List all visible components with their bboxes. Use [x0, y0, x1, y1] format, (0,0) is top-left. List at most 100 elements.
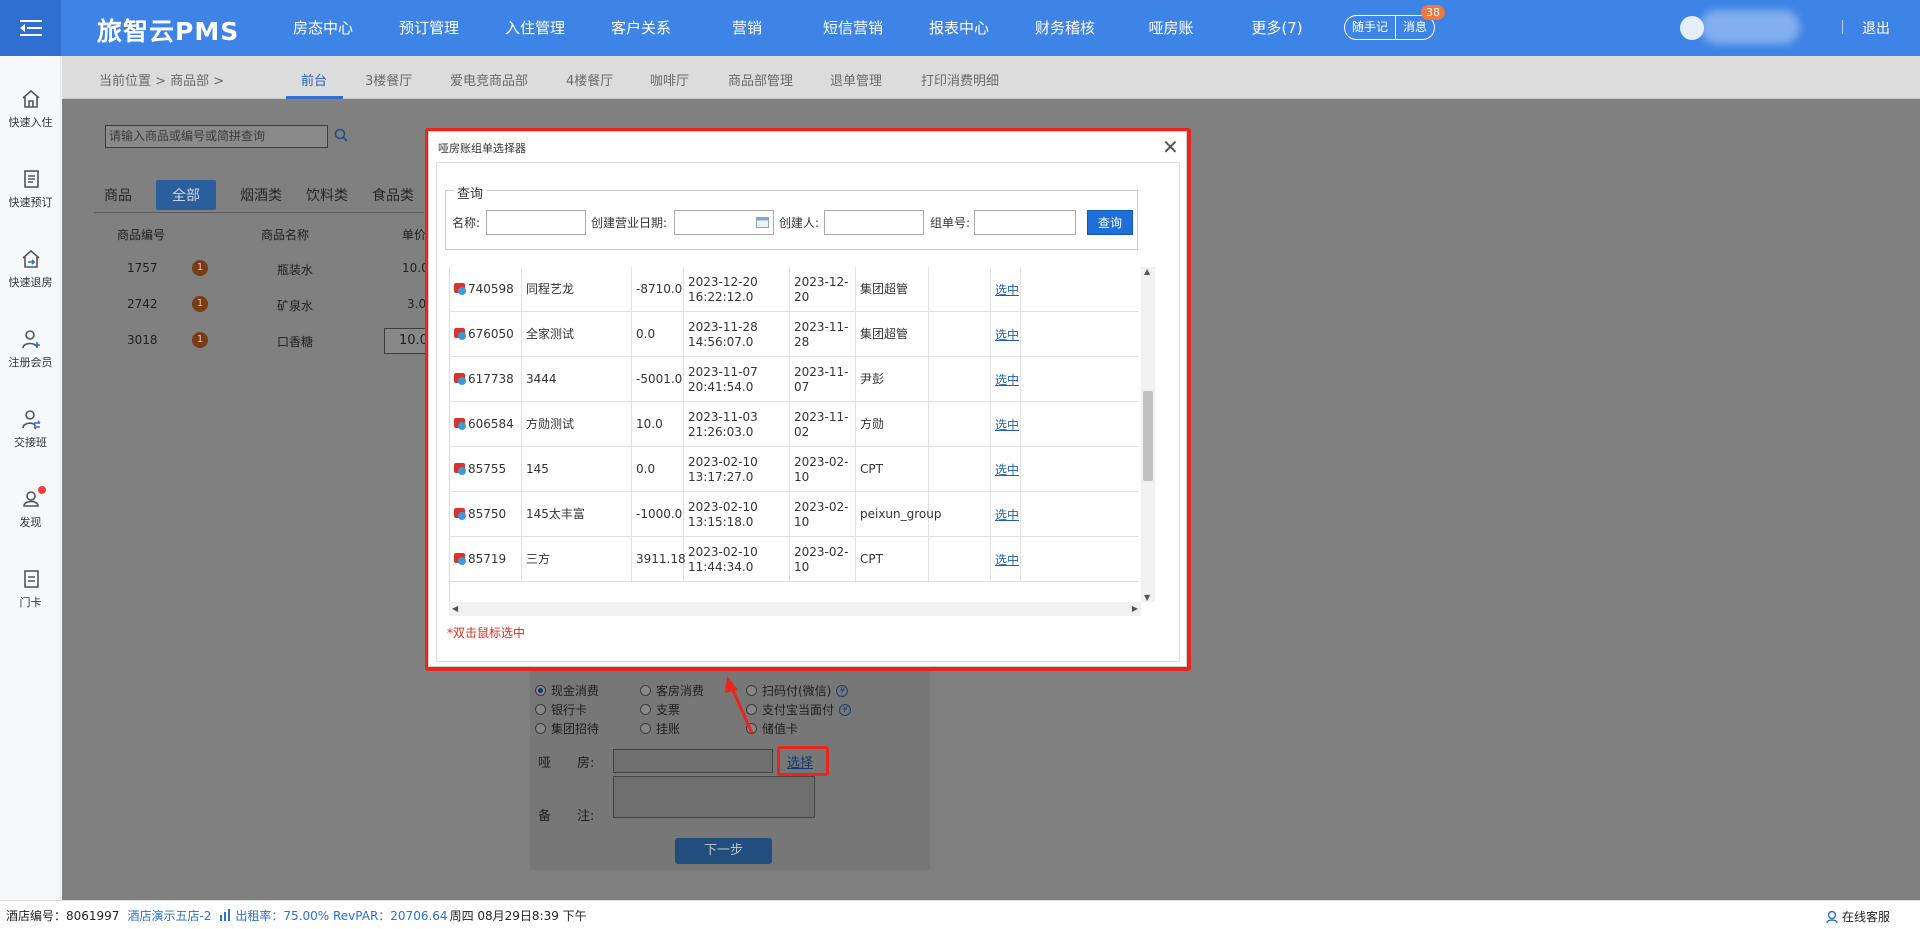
- table-row[interactable]: 676050 全家测试 0.0 2023-11-28 14:56:07.0 20…: [450, 312, 1139, 357]
- name-input[interactable]: [486, 210, 586, 235]
- category-tabs: 商品 全部 烟酒类 饮料类 食品类: [104, 180, 438, 210]
- scroll-down-icon[interactable]: ▼: [1144, 593, 1150, 602]
- date-input[interactable]: [674, 210, 774, 235]
- radio-wechat-pay[interactable]: 扫码付(微信) ¥: [746, 682, 849, 699]
- radio-group-hospitality[interactable]: 集团招待: [535, 720, 599, 737]
- product-name[interactable]: 矿泉水: [277, 297, 313, 314]
- product-name[interactable]: 瓶装水: [277, 261, 313, 278]
- product-name[interactable]: 口香糖: [277, 333, 313, 350]
- dummy-room-input[interactable]: [613, 749, 773, 773]
- table-row[interactable]: 606584 方勋测试 10.0 2023-11-03 21:26:03.0 2…: [450, 402, 1139, 447]
- nav-item-room-status[interactable]: 房态中心: [270, 0, 376, 56]
- nav-item-customer[interactable]: 客户关系: [588, 0, 694, 56]
- sidebar-item-discover[interactable]: 发现: [0, 486, 61, 530]
- product-search-input[interactable]: 请输入商品或编号或简拼查询: [105, 125, 328, 148]
- logout-button[interactable]: 退出: [1862, 18, 1890, 38]
- table-row[interactable]: 85750 145太丰富 -1000.0 2023-02-10 13:15:18…: [450, 492, 1139, 537]
- select-row-link[interactable]: 选中: [995, 507, 1019, 523]
- radio-cheque[interactable]: 支票: [640, 701, 680, 718]
- nav-item-finance[interactable]: 财务稽核: [1012, 0, 1118, 56]
- creator-input[interactable]: [824, 210, 924, 235]
- radio-icon: [535, 723, 546, 734]
- search-icon[interactable]: [334, 128, 348, 142]
- tab-refund-management[interactable]: 退单管理: [830, 70, 882, 89]
- calendar-icon[interactable]: [756, 217, 769, 228]
- top-navigation-bar: 旅智云PMS 房态中心 预订管理 入住管理 客户关系 营销 短信营销 报表中心 …: [0, 0, 1920, 56]
- online-service-button[interactable]: 在线客服: [1825, 908, 1890, 925]
- remark-textarea[interactable]: [613, 776, 815, 818]
- double-click-tip: *双击鼠标选中: [447, 626, 526, 640]
- notification-dot: [38, 486, 46, 494]
- query-button[interactable]: 查询: [1087, 210, 1133, 235]
- sidebar-item-quick-checkin[interactable]: 快速入住: [0, 88, 61, 130]
- checkout-icon: [21, 249, 40, 268]
- sidebar-item-room-card[interactable]: 门卡: [0, 568, 61, 610]
- hotel-name-link[interactable]: 酒店演示五店-2: [127, 907, 211, 924]
- nav-item-checkin[interactable]: 入住管理: [482, 0, 588, 56]
- category-tobacco-alcohol[interactable]: 烟酒类: [240, 185, 282, 205]
- brand-logo[interactable]: 旅智云PMS: [97, 12, 239, 48]
- scroll-left-icon[interactable]: ◀: [452, 604, 458, 613]
- radio-bank-card[interactable]: 银行卡: [535, 701, 587, 718]
- next-step-button[interactable]: 下一步: [675, 838, 772, 864]
- dialog-title: 哑房账组单选择器: [438, 142, 526, 155]
- count-badge: 1: [192, 260, 208, 276]
- scroll-up-icon[interactable]: ▲: [1144, 267, 1150, 276]
- creator-label: 创建人:: [779, 216, 820, 230]
- category-drinks[interactable]: 饮料类: [306, 185, 348, 205]
- name-label: 名称:: [452, 216, 481, 230]
- select-row-link[interactable]: 选中: [995, 417, 1019, 433]
- sidebar-item-register-member[interactable]: 注册会员: [0, 328, 61, 370]
- sidebar-item-quick-booking[interactable]: 快速预订: [0, 168, 61, 210]
- select-row-link[interactable]: 选中: [995, 552, 1019, 568]
- group-number-input[interactable]: [974, 210, 1076, 235]
- radio-room-charge[interactable]: 客房消费: [640, 682, 704, 699]
- table-row[interactable]: 85755 145 0.0 2023-02-10 13:17:27.0 2023…: [450, 447, 1139, 492]
- sidebar-item-quick-checkout[interactable]: 快速退房: [0, 248, 61, 290]
- vertical-scrollbar[interactable]: ▲ ▼: [1141, 267, 1155, 602]
- radio-icon: [640, 704, 651, 715]
- nav-item-reports[interactable]: 报表中心: [906, 0, 1012, 56]
- tab-cafe[interactable]: 咖啡厅: [650, 70, 689, 89]
- menu-toggle-icon[interactable]: [0, 0, 61, 56]
- select-row-link[interactable]: 选中: [995, 462, 1019, 478]
- online-service-label: 在线客服: [1841, 910, 1890, 924]
- status-bar: 酒店编号：8061997 酒店演示五店-2 出租率：75.00% RevPAR：…: [0, 900, 1920, 929]
- radio-on-account[interactable]: 挂账: [640, 720, 680, 737]
- nav-item-marketing[interactable]: 营销: [694, 0, 800, 56]
- radio-alipay[interactable]: 支付宝当面付 ¥: [746, 701, 852, 718]
- table-row[interactable]: 740598 同程艺龙 -8710.0 2023-12-20 16:22:12.…: [450, 267, 1139, 312]
- currency-icon: ¥: [836, 684, 849, 697]
- table-row[interactable]: 85719 三方 3911.18 2023-02-10 11:44:34.0 2…: [450, 537, 1139, 582]
- select-row-link[interactable]: 选中: [995, 327, 1019, 343]
- user-avatar[interactable]: [1680, 16, 1704, 40]
- tab-product-management[interactable]: 商品部管理: [728, 70, 793, 89]
- tab-4f-restaurant[interactable]: 4楼餐厅: [566, 70, 613, 89]
- tab-esports-shop[interactable]: 爱电竞商品部: [450, 70, 528, 89]
- occupancy-stats[interactable]: 出租率：75.00% RevPAR：20706.64: [235, 907, 447, 924]
- select-row-link[interactable]: 选中: [995, 282, 1019, 298]
- close-icon[interactable]: ✕: [1162, 135, 1179, 159]
- radio-cash[interactable]: 现金消费: [535, 682, 599, 699]
- table-row[interactable]: 617738 3444 -5001.0 2023-11-07 20:41:54.…: [450, 357, 1139, 402]
- sidebar-item-shift[interactable]: 交接班: [0, 408, 61, 450]
- nav-item-dummy-room[interactable]: 哑房账: [1118, 0, 1224, 56]
- nav-item-sms[interactable]: 短信营销: [800, 0, 906, 56]
- sidebar-item-label: 快速入住: [8, 116, 53, 129]
- divider: [94, 212, 424, 213]
- notes-button[interactable]: 随手记: [1345, 16, 1395, 39]
- radio-stored-value-card[interactable]: 储值卡: [746, 720, 798, 737]
- nav-item-more[interactable]: 更多(7): [1224, 0, 1330, 56]
- tab-3f-restaurant[interactable]: 3楼餐厅: [365, 70, 412, 89]
- radio-icon: [746, 723, 757, 734]
- tab-print-details[interactable]: 打印消费明细: [921, 70, 999, 89]
- horizontal-scrollbar[interactable]: ◀ ▶: [449, 602, 1141, 616]
- category-food[interactable]: 食品类: [372, 185, 414, 205]
- scroll-right-icon[interactable]: ▶: [1132, 604, 1138, 613]
- nav-item-reservation[interactable]: 预订管理: [376, 0, 482, 56]
- scrollbar-thumb[interactable]: [1143, 391, 1153, 481]
- category-all[interactable]: 全部: [156, 180, 216, 210]
- tab-front-desk[interactable]: 前台: [301, 70, 327, 89]
- divider: [1842, 20, 1843, 34]
- select-row-link[interactable]: 选中: [995, 372, 1019, 388]
